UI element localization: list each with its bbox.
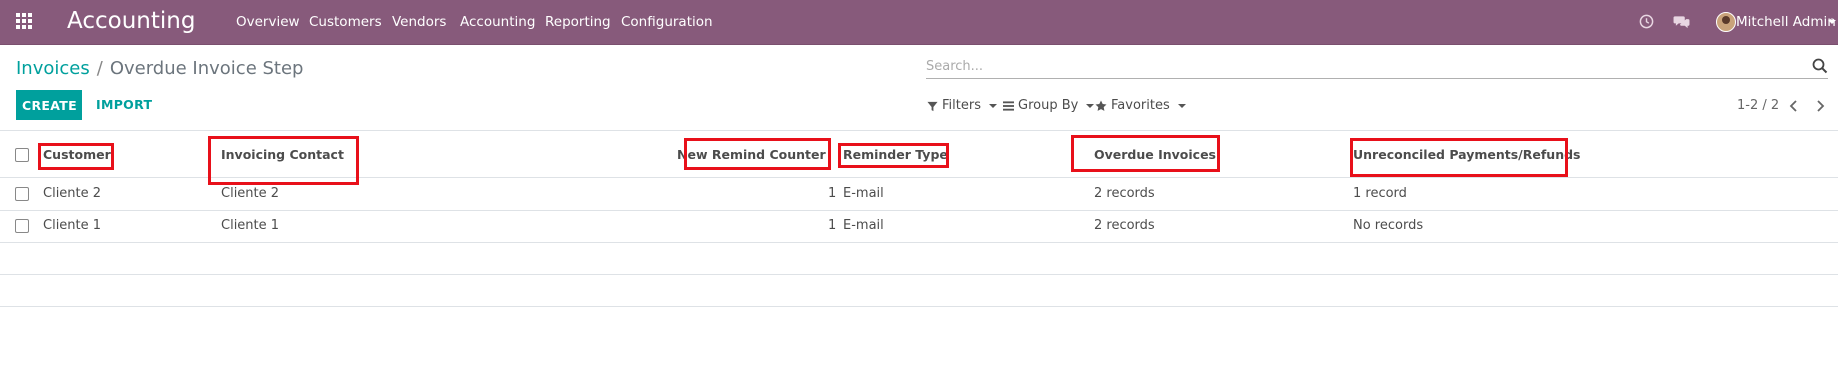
menu-accounting[interactable]: Accounting [460,13,535,31]
row-divider [0,210,1838,211]
chat-icon[interactable] [1672,12,1690,30]
filters-dropdown[interactable]: Filters [927,97,997,115]
cell-invoicing-contact[interactable]: Cliente 2 [221,186,279,202]
row-divider [0,306,1838,307]
page-title: Overdue Invoice Step [109,58,304,79]
breadcrumb-separator: / [96,58,103,79]
cell-unreconciled[interactable]: No records [1353,218,1423,234]
highlight-box-new-remind-counter [684,138,831,170]
create-button[interactable]: CREATE [16,90,82,120]
highlight-box-invoicing-contact [208,136,359,185]
search-input[interactable] [926,56,1796,76]
row-checkbox[interactable] [15,219,29,233]
menu-overview[interactable]: Overview [236,13,300,31]
table-top-border [0,130,1838,131]
user-chevron-down-icon[interactable] [1828,20,1836,24]
cell-invoicing-contact[interactable]: Cliente 1 [221,218,279,234]
select-all-checkbox[interactable] [15,148,29,162]
pager-value[interactable]: 1-2 / 2 [1737,97,1779,115]
filters-label: Filters [942,98,981,113]
row-divider [0,274,1838,275]
clock-icon[interactable] [1637,12,1655,30]
group-by-label: Group By [1018,98,1079,113]
menu-vendors[interactable]: Vendors [392,13,446,31]
star-icon [1095,100,1107,111]
chevron-down-icon [1086,104,1095,108]
menu-configuration[interactable]: Configuration [621,13,713,31]
avatar[interactable] [1716,12,1736,32]
highlight-box-overdue-invoices [1071,135,1220,172]
filter-icon [927,101,938,111]
search-bar [926,56,1828,79]
group-by-dropdown[interactable]: Group By [1003,97,1095,115]
breadcrumb: Invoices / Overdue Invoice Step [16,57,303,81]
highlight-box-reminder-type [838,143,949,168]
cell-reminder-type[interactable]: E-mail [843,218,884,234]
menu-customers[interactable]: Customers [309,13,382,31]
cell-reminder-type[interactable]: E-mail [843,186,884,202]
breadcrumb-invoices-link[interactable]: Invoices [16,58,90,79]
list-icon [1003,101,1014,111]
cell-new-remind-counter[interactable]: 1 [828,186,836,202]
pager-next-icon[interactable] [1812,97,1828,115]
row-checkbox[interactable] [15,187,29,201]
menu-reporting[interactable]: Reporting [545,13,611,31]
favorites-label: Favorites [1111,98,1170,113]
top-navbar: Accounting Overview Customers Vendors Ac… [0,0,1838,45]
app-title[interactable]: Accounting [67,8,195,34]
row-divider [0,242,1838,243]
cell-unreconciled[interactable]: 1 record [1353,186,1407,202]
chevron-down-icon [1177,104,1186,108]
cell-overdue-invoices[interactable]: 2 records [1094,186,1155,202]
cell-overdue-invoices[interactable]: 2 records [1094,218,1155,234]
search-icon[interactable] [1812,58,1828,74]
cell-customer[interactable]: Cliente 1 [43,218,101,234]
highlight-box-customer [38,143,114,170]
cell-new-remind-counter[interactable]: 1 [828,218,836,234]
apps-grid-icon[interactable] [16,13,34,31]
favorites-dropdown[interactable]: Favorites [1095,97,1186,115]
import-button[interactable]: IMPORT [96,96,152,114]
pager-previous-icon[interactable] [1785,97,1801,115]
cell-customer[interactable]: Cliente 2 [43,186,101,202]
chevron-down-icon [988,104,997,108]
user-menu-name[interactable]: Mitchell Admin [1736,13,1836,31]
highlight-box-unreconciled [1350,138,1568,177]
